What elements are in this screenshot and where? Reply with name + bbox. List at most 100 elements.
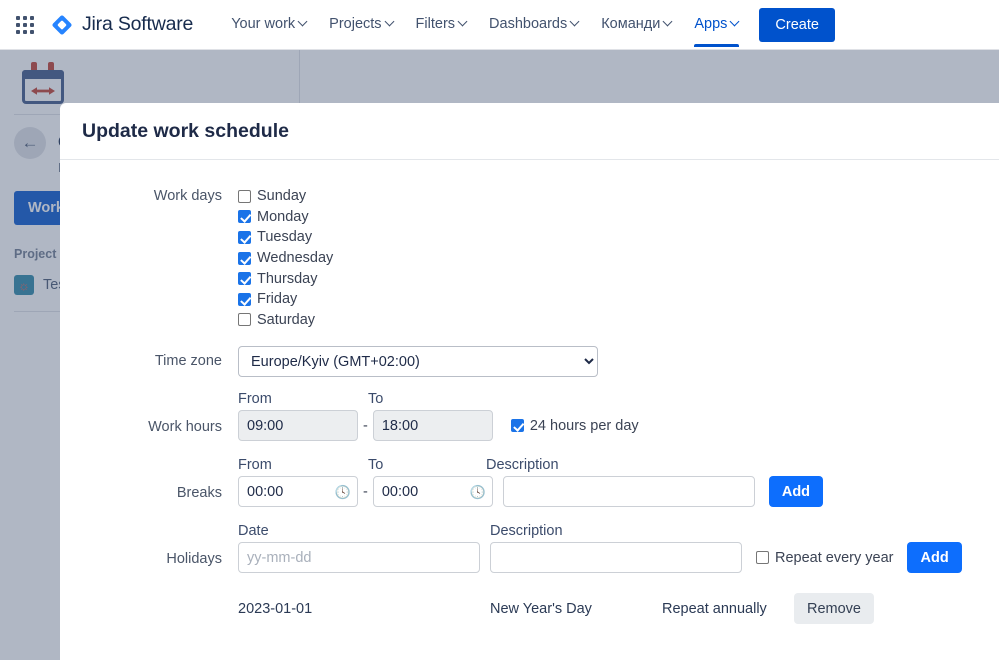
checkbox-label-24-hours-per-day[interactable]: 24 hours per day [530,418,639,434]
breaks-from-field: 🕓 [238,476,358,508]
checkbox-row-wednesday: Wednesday [238,248,977,269]
nav-item-label: Команди [601,16,661,32]
chevron-down-icon [299,18,307,26]
repeat-every-year-group: Repeat every year [756,550,893,566]
chevron-down-icon [459,18,467,26]
nav-item-dashboards[interactable]: Dashboards [479,2,589,47]
breaks-from-label: From [238,457,272,474]
holiday-list-item: 2023-01-01 New Year's Day Repeat annuall… [238,593,977,625]
checkbox-label-tuesday[interactable]: Tuesday [257,229,312,245]
nav-item-label: Dashboards [489,16,568,32]
nav-item-projects[interactable]: Projects [319,2,403,47]
dialog-title: Update work schedule [82,119,289,142]
checkbox-row-saturday: Saturday [238,310,977,331]
checkbox-row-tuesday: Tuesday [238,227,977,248]
dialog-body: Work days Sunday Monday Tuesday Wednesda… [60,160,999,634]
breaks-sublabels: From To Description [238,457,977,473]
breaks-label: Breaks [176,485,222,502]
checkbox-tuesday[interactable] [238,230,251,244]
nav-item-komandy[interactable]: Команди [591,2,682,47]
checkbox-24-hours-per-day[interactable] [510,419,524,433]
holidays-description-input[interactable] [490,542,742,574]
nav-item-label: Your work [231,16,296,32]
holidays-row: Holidays Date Description Repeat every y… [82,523,977,574]
breaks-to-field: 🕓 [372,476,493,508]
top-navigation-bar: Jira Software Your work Projects Filters… [0,0,999,50]
checkbox-repeat-every-year[interactable] [756,551,769,565]
chevron-down-icon [664,18,672,26]
checkbox-sunday[interactable] [238,189,251,203]
time-zone-select[interactable]: Europe/Kyiv (GMT+02:00) [238,346,598,378]
work-hours-from-input[interactable] [238,410,358,442]
nav-items: Your work Projects Filters Dashboards Ко… [221,2,749,47]
holidays-inputs: Repeat every year Add [238,542,977,574]
breaks-control: From To Description 🕓 - 🕓 Add [238,457,977,508]
time-zone-row: Time zone Europe/Kyiv (GMT+02:00) [82,346,977,378]
breaks-add-button[interactable]: Add [768,476,824,508]
jira-logo-icon [50,13,74,37]
brand-name: Jira Software [82,13,194,35]
holiday-description: New Year's Day [490,600,592,617]
work-hours-to-input[interactable] [372,410,493,442]
checkbox-saturday[interactable] [238,313,251,327]
work-hours-sublabels: From To [238,391,977,407]
work-days-row: Work days Sunday Monday Tuesday Wednesda… [82,186,977,330]
checkbox-label-sunday[interactable]: Sunday [257,188,306,204]
work-hours-row: Work hours From To - 24 hours per day [82,391,977,442]
checkbox-label-repeat-every-year[interactable]: Repeat every year [775,550,893,566]
chevron-down-icon [571,18,579,26]
create-button[interactable]: Create [759,7,835,42]
checkbox-row-sunday: Sunday [238,186,977,207]
checkbox-friday[interactable] [238,292,251,306]
breaks-inputs: 🕓 - 🕓 Add [238,476,977,508]
chevron-down-icon [386,18,394,26]
checkbox-wednesday[interactable] [238,251,251,265]
nav-item-label: Filters [415,16,456,32]
holidays-date-input[interactable] [238,542,480,574]
dialog-header: Update work schedule [60,103,999,160]
checkbox-label-thursday[interactable]: Thursday [257,271,317,287]
breaks-row: Breaks From To Description 🕓 - 🕓 [82,457,977,508]
checkbox-row-monday: Monday [238,207,977,228]
holiday-remove-button[interactable]: Remove [794,593,874,625]
checkbox-label-wednesday[interactable]: Wednesday [257,250,333,266]
holidays-sublabels: Date Description [238,523,977,539]
checkbox-row-thursday: Thursday [238,268,977,289]
breaks-to-label: To [368,457,384,474]
work-days-checkbox-group: Sunday Monday Tuesday Wednesday Thursday [238,186,977,330]
checkbox-row-friday: Friday [238,289,977,310]
breaks-to-input[interactable] [372,476,493,508]
holidays-date-label: Date [238,523,269,540]
checkbox-monday[interactable] [238,210,251,224]
work-hours-control: From To - 24 hours per day [238,391,977,442]
work-hours-to-label: To [368,391,384,408]
checkbox-label-monday[interactable]: Monday [257,209,309,225]
nav-item-label: Apps [694,16,728,32]
holidays-control: Date Description Repeat every year Add [238,523,977,574]
app-switcher-icon[interactable] [12,12,38,38]
breaks-description-input[interactable] [502,476,755,508]
nav-item-your-work[interactable]: Your work [221,2,317,47]
time-zone-label: Time zone [154,353,222,370]
work-hours-from-label: From [238,391,272,408]
work-days-label: Work days [153,188,222,204]
breaks-description-label: Description [486,457,559,474]
time-zone-control: Europe/Kyiv (GMT+02:00) [238,346,977,378]
all-day-checkbox-group: 24 hours per day [510,418,639,434]
work-hours-separator: - [363,417,368,434]
chevron-down-icon [731,18,739,26]
breaks-from-input[interactable] [238,476,358,508]
checkbox-thursday[interactable] [238,272,251,286]
checkbox-label-friday[interactable]: Friday [257,291,297,307]
nav-item-filters[interactable]: Filters [406,2,477,47]
holiday-repeat-status: Repeat annually [662,600,767,617]
holidays-description-label: Description [490,523,563,540]
holidays-add-button[interactable]: Add [907,542,962,574]
nav-item-apps[interactable]: Apps [684,2,749,47]
holiday-date: 2023-01-01 [238,600,313,617]
checkbox-label-saturday[interactable]: Saturday [257,312,315,328]
jira-brand[interactable]: Jira Software [44,9,199,41]
work-hours-inputs: - 24 hours per day [238,410,977,442]
work-hours-label: Work hours [148,419,222,436]
nav-item-label: Projects [329,16,382,32]
